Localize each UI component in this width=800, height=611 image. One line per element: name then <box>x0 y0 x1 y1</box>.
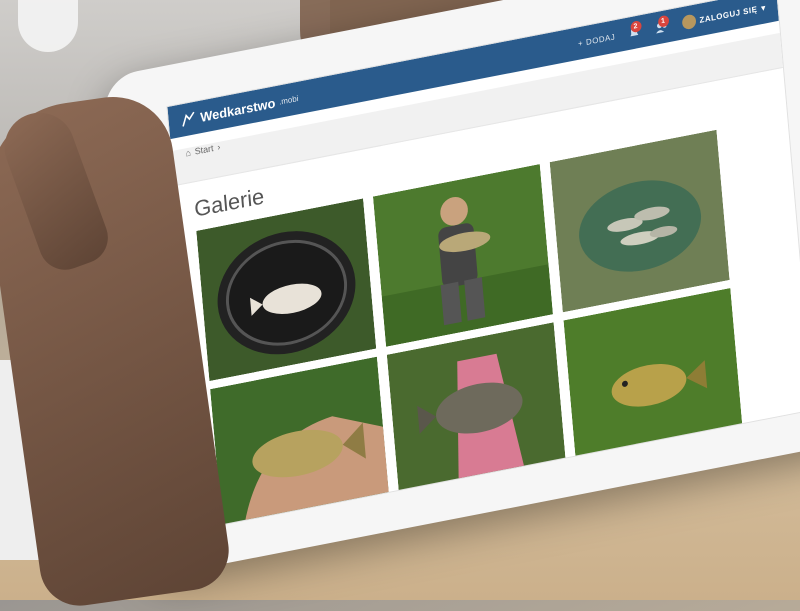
login-button[interactable]: ZALOGUJ SIĘ ▾ <box>681 0 767 31</box>
breadcrumb-home[interactable]: Start <box>194 143 214 157</box>
home-icon: ⌂ <box>185 147 192 159</box>
logo-text: Wedkarstwo <box>199 94 276 125</box>
gallery-photo[interactable] <box>549 129 730 313</box>
gallery-photo[interactable] <box>372 164 553 347</box>
avatar <box>681 13 697 31</box>
photo-fish-in-net <box>196 198 377 382</box>
add-label: DODAJ <box>585 31 616 47</box>
gallery-photo[interactable] <box>210 356 391 529</box>
tablet-screen: Wedkarstwo .mobi + DODAJ 2 1 ZALOGUJ SIĘ… <box>166 0 800 529</box>
gallery-photo[interactable] <box>563 287 744 471</box>
photo-fish-in-hand <box>210 356 391 529</box>
notifications-button[interactable]: 2 <box>626 20 643 41</box>
chevron-right-icon: › <box>216 141 221 153</box>
apple-logo-icon <box>18 0 78 52</box>
login-label: ZALOGUJ SIĘ <box>699 4 758 25</box>
add-button[interactable]: + DODAJ <box>578 32 616 48</box>
gallery-grid <box>179 116 800 529</box>
photo-angler-with-fish <box>372 164 553 347</box>
gallery-photo[interactable] <box>196 198 377 382</box>
messages-button[interactable]: 1 <box>654 14 671 36</box>
photo-fish-on-grass <box>563 287 744 471</box>
photo-fish-gloved-hand <box>386 322 567 505</box>
fisherman-icon <box>182 111 195 127</box>
photo-keep-net <box>549 129 730 313</box>
gallery-photo[interactable] <box>386 322 567 505</box>
plus-icon: + <box>577 38 584 49</box>
chevron-down-icon: ▾ <box>760 2 767 13</box>
site-logo[interactable]: Wedkarstwo .mobi <box>180 90 299 128</box>
logo-suffix: .mobi <box>278 93 299 107</box>
